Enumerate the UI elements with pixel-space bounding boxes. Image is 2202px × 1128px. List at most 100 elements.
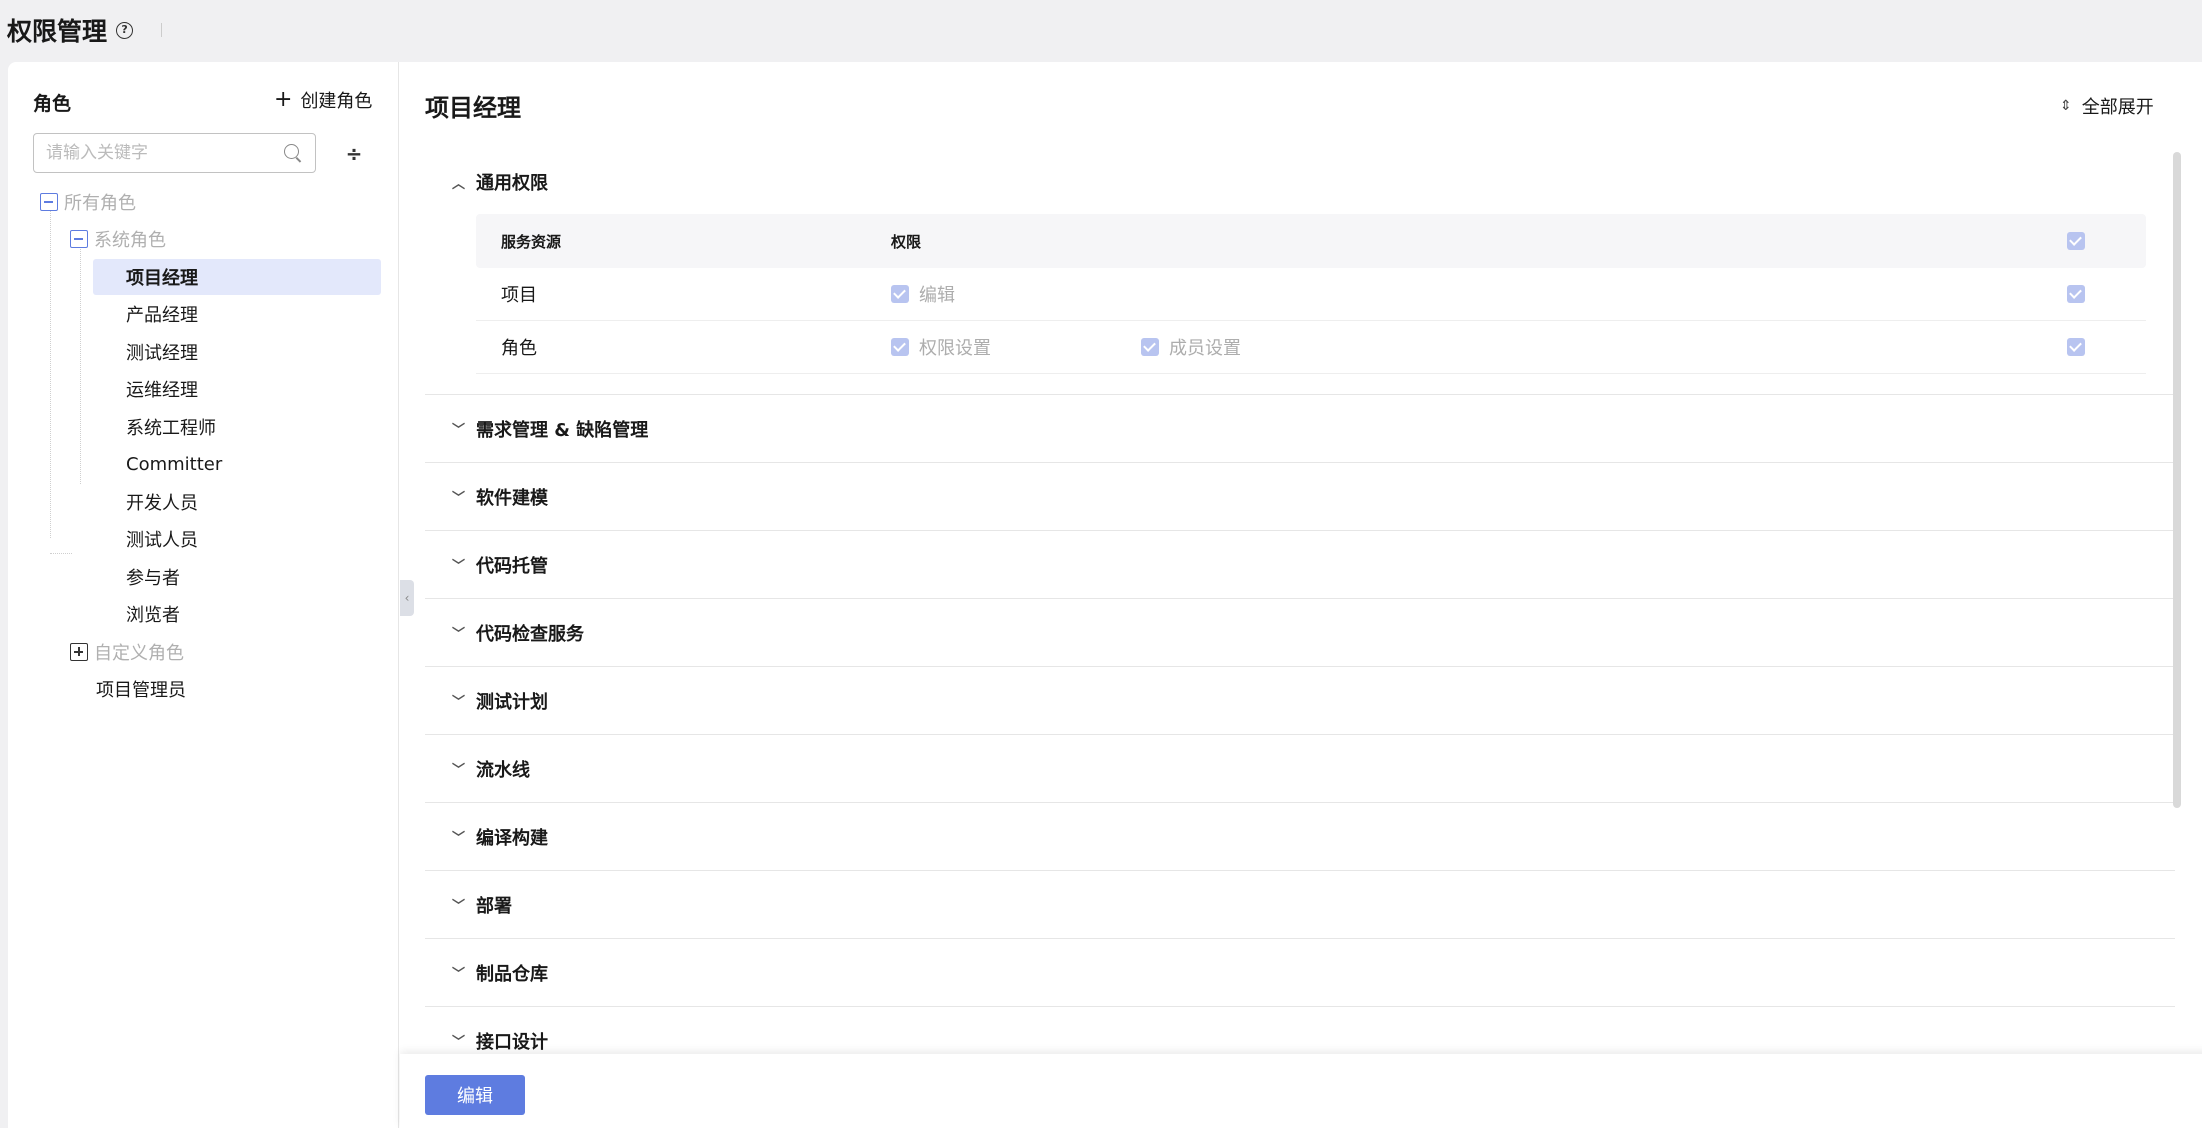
expand-all-button[interactable]: ⇕ 全部展开 (2060, 93, 2154, 119)
tree-item-participant[interactable]: 参与者 (93, 559, 381, 595)
page-header: 权限管理 ? (0, 0, 2202, 60)
permission-table: 服务资源 权限 项目 编辑 角色 权限设置 成员设置 (476, 214, 2146, 374)
tree-item-test-manager[interactable]: 测试经理 (93, 334, 381, 370)
chevron-up-icon: ︿ (452, 176, 466, 192)
checkbox[interactable] (1141, 338, 1159, 356)
help-circle-icon[interactable]: ? (116, 21, 134, 39)
group-header[interactable]: ﹀ 部署 (425, 871, 2175, 938)
permission-item[interactable]: 成员设置 (1141, 334, 1391, 360)
chevron-down-icon: ﹀ (452, 831, 466, 846)
tree-item-project-manager[interactable]: 项目经理 (93, 259, 381, 295)
checkbox[interactable] (891, 285, 909, 303)
group-header-general[interactable]: ︿ 通用权限 (425, 150, 2175, 214)
group-code-check: ﹀ 代码检查服务 (425, 599, 2175, 667)
group-label: 软件建模 (476, 487, 548, 509)
tree-item-committer[interactable]: Committer (93, 446, 381, 482)
tree-line (50, 553, 72, 554)
resource-name: 项目 (501, 285, 537, 306)
search-icon[interactable] (283, 143, 303, 163)
tree-node-all-roles[interactable]: 所有角色 (40, 184, 136, 220)
edit-button[interactable]: 编辑 (425, 1075, 525, 1115)
table-row: 角色 权限设置 成员设置 (476, 321, 2146, 374)
group-label: 代码托管 (476, 555, 548, 577)
select-all-checkbox[interactable] (2067, 232, 2085, 250)
permission-label: 权限设置 (919, 338, 991, 359)
tree-node-label: 系统角色 (94, 230, 166, 251)
permission-groups: ︿ 通用权限 服务资源 权限 项目 编辑 角色 权限设置 成员设置 ﹀ 需求管理… (425, 150, 2175, 1090)
sidebar-title: 角色 (33, 93, 72, 115)
group-header[interactable]: ﹀ 软件建模 (425, 463, 2175, 530)
search-box (33, 133, 316, 173)
group-label: 部署 (476, 895, 512, 917)
create-role-button[interactable]: + 创建角色 (274, 86, 372, 114)
chevron-down-icon: ﹀ (452, 559, 466, 574)
create-role-label: 创建角色 (300, 91, 373, 112)
group-label: 代码检查服务 (476, 623, 584, 645)
role-sidebar: 角色 + 创建角色 ÷ 所有角色 系统角色 项目经理 产品经理 测试 (8, 62, 399, 1128)
tree-line (80, 244, 81, 484)
permission-label: 成员设置 (1169, 338, 1241, 359)
tree-item-project-admin[interactable]: 项目管理员 (96, 671, 186, 707)
group-label: 通用权限 (476, 173, 548, 194)
footer-bar: 编辑 (400, 1054, 2202, 1128)
checkbox[interactable] (891, 338, 909, 356)
group-header[interactable]: ﹀ 需求管理 & 缺陷管理 (425, 395, 2175, 462)
tree-item-developer[interactable]: 开发人员 (93, 484, 381, 520)
role-title: 项目经理 (425, 94, 521, 122)
header-resource: 服务资源 (501, 232, 562, 251)
chevron-down-icon: ﹀ (452, 763, 466, 778)
main-card: 角色 + 创建角色 ÷ 所有角色 系统角色 项目经理 产品经理 测试 (8, 62, 2202, 1128)
row-checkbox[interactable] (2067, 338, 2085, 356)
group-pipeline: ﹀ 流水线 (425, 735, 2175, 803)
group-test-plan: ﹀ 测试计划 (425, 667, 2175, 735)
chevron-down-icon: ﹀ (452, 695, 466, 710)
permission-label: 编辑 (919, 285, 955, 306)
group-modeling: ﹀ 软件建模 (425, 463, 2175, 531)
permission-item[interactable]: 编辑 (891, 281, 1141, 307)
collapse-node-icon[interactable] (70, 230, 88, 248)
header-divider (161, 23, 163, 37)
expand-all-icon: ⇕ (2060, 98, 2072, 114)
group-header[interactable]: ﹀ 流水线 (425, 735, 2175, 802)
tree-node-label: 所有角色 (64, 193, 136, 214)
row-checkbox[interactable] (2067, 285, 2085, 303)
tree-line (50, 206, 51, 538)
group-header[interactable]: ﹀ 测试计划 (425, 667, 2175, 734)
chevron-down-icon: ﹀ (452, 1035, 466, 1050)
table-row: 项目 编辑 (476, 268, 2146, 321)
search-input[interactable] (46, 143, 283, 163)
permission-item[interactable]: 权限设置 (891, 334, 1141, 360)
group-build: ﹀ 编译构建 (425, 803, 2175, 871)
group-code-hosting: ﹀ 代码托管 (425, 531, 2175, 599)
header-permission: 权限 (891, 232, 922, 251)
plus-icon: + (274, 87, 293, 112)
group-label: 制品仓库 (476, 963, 548, 985)
group-header[interactable]: ﹀ 代码检查服务 (425, 599, 2175, 666)
role-permission-panel: 项目经理 ⇕ 全部展开 ︿ 通用权限 服务资源 权限 项目 编辑 角色 权限设置… (400, 62, 2202, 1128)
scrollbar[interactable] (2173, 152, 2181, 808)
resource-name: 角色 (501, 338, 537, 359)
tree-item-tester[interactable]: 测试人员 (93, 521, 381, 557)
tree-node-custom-roles[interactable]: 自定义角色 (70, 634, 184, 670)
group-header[interactable]: ﹀ 代码托管 (425, 531, 2175, 598)
group-header[interactable]: ﹀ 制品仓库 (425, 939, 2175, 1006)
tree-node-system-roles[interactable]: 系统角色 (70, 221, 166, 257)
expand-node-icon[interactable] (70, 643, 88, 661)
group-label: 测试计划 (476, 691, 548, 713)
group-label: 编译构建 (476, 827, 548, 849)
group-header[interactable]: ﹀ 编译构建 (425, 803, 2175, 870)
expand-all-label: 全部展开 (2081, 97, 2154, 118)
chevron-down-icon: ﹀ (452, 423, 466, 438)
collapse-all-icon[interactable]: ÷ (344, 142, 364, 166)
collapse-node-icon[interactable] (40, 193, 58, 211)
group-requirements: ﹀ 需求管理 & 缺陷管理 (425, 395, 2175, 463)
tree-item-ops-manager[interactable]: 运维经理 (93, 371, 381, 407)
tree-node-label: 自定义角色 (94, 643, 184, 664)
tree-item-viewer[interactable]: 浏览者 (93, 596, 381, 632)
tree-item-system-engineer[interactable]: 系统工程师 (93, 409, 381, 445)
group-general: ︿ 通用权限 服务资源 权限 项目 编辑 角色 权限设置 成员设置 (425, 150, 2175, 395)
page-title: 权限管理 (7, 17, 108, 46)
group-label: 流水线 (476, 759, 530, 781)
tree-node-label: 项目管理员 (96, 680, 186, 701)
tree-item-product-manager[interactable]: 产品经理 (93, 296, 381, 332)
